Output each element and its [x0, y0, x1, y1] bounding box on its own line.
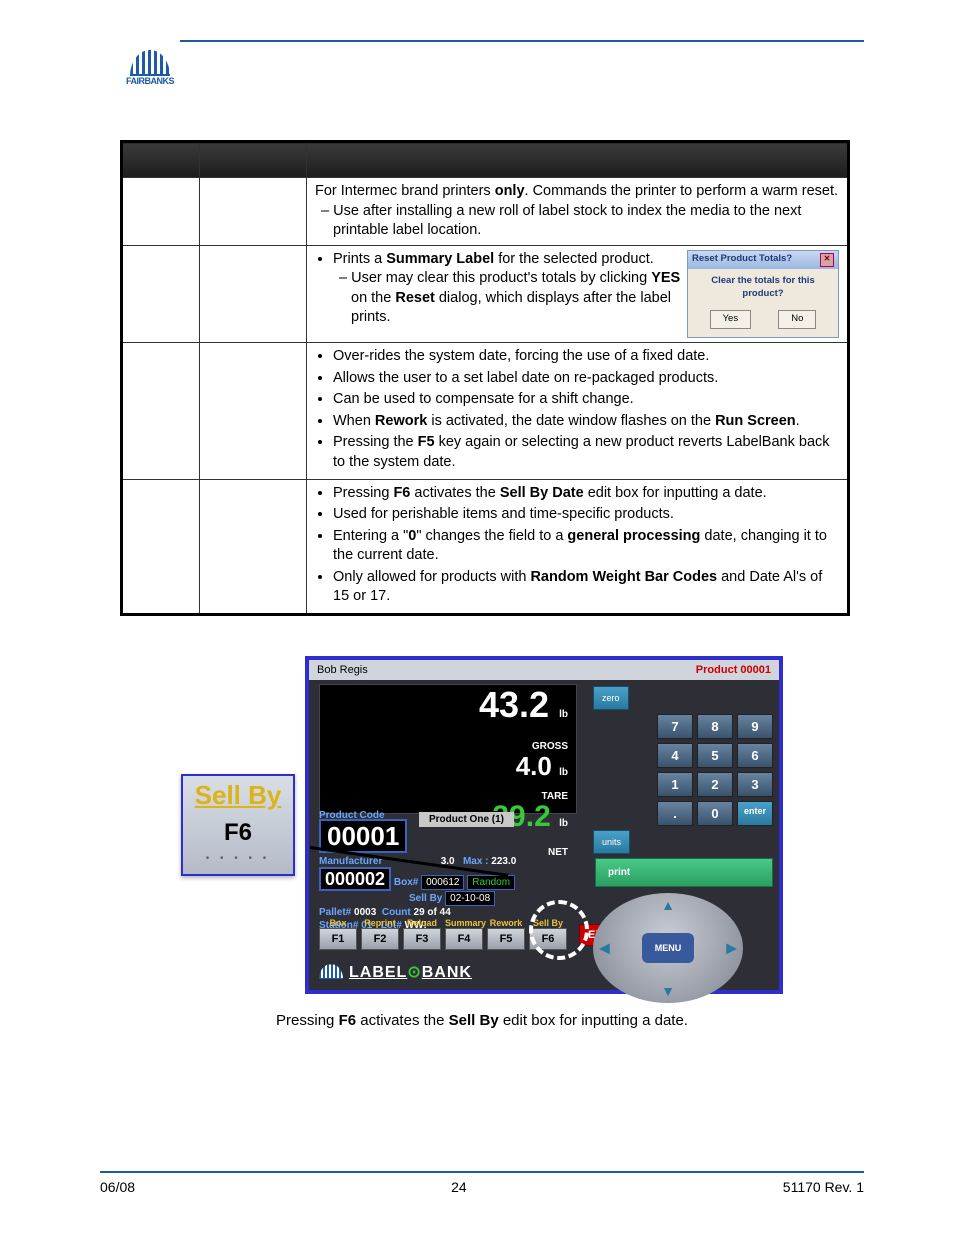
list-item: Allows the user to a set label date on r… — [333, 369, 839, 389]
fkey-f6[interactable]: Sell ByF6 — [529, 918, 567, 950]
keypad-1[interactable]: 1 — [657, 772, 693, 797]
fkey-f3[interactable]: ReloadF3 — [403, 918, 441, 950]
weight-display: 43.2 lbGROSS 4.0 lbTARE 39.2 lbNET — [319, 684, 577, 814]
keypad-0[interactable]: 0 — [697, 801, 733, 826]
fkey-f2[interactable]: ReprintF2 — [361, 918, 399, 950]
dpad[interactable]: MENU ▲ ▼ ◀ ▶ — [593, 893, 743, 1003]
keypad-4[interactable]: 4 — [657, 743, 693, 768]
sellby-key-graphic: Sell By F6 • • • • • — [181, 774, 295, 876]
product-code-value[interactable]: 00001 — [319, 819, 407, 853]
keypad-enter[interactable]: enter — [737, 801, 773, 826]
function-key-table: For Intermec brand printers only. Comman… — [120, 140, 850, 616]
list-item: Pressing the F5 key again or selecting a… — [333, 433, 839, 472]
keypad-3[interactable]: 3 — [737, 772, 773, 797]
table-row: Over-rides the system date, forcing the … — [122, 343, 849, 479]
page-footer: 06/08 24 51170 Rev. 1 — [100, 1164, 864, 1195]
table-row: Pressing F6 activates the Sell By Date e… — [122, 479, 849, 614]
arrow-up-icon[interactable]: ▲ — [661, 897, 675, 913]
close-icon[interactable]: ✕ — [820, 253, 834, 267]
dialog-no-button[interactable]: No — [778, 310, 816, 329]
footer-date: 06/08 — [100, 1179, 135, 1195]
logo: FAIRBANKS — [120, 50, 180, 86]
figure-caption: Pressing F6 activates the Sell By edit b… — [100, 1012, 864, 1029]
dialog-title: Reset Product Totals? — [692, 253, 792, 266]
text: For Intermec brand printers — [315, 183, 495, 199]
globe-icon — [319, 964, 343, 979]
logo-text: FAIRBANKS — [120, 76, 180, 86]
globe-icon — [130, 50, 170, 76]
units-button[interactable]: units — [593, 830, 630, 854]
labelbank-screenshot: Bob Regis Product 00001 43.2 lbGROSS 4.0… — [305, 656, 783, 994]
fkey-f5[interactable]: ReworkF5 — [487, 918, 525, 950]
dialog-yes-button[interactable]: Yes — [710, 310, 752, 329]
manufacturer-code[interactable]: 000002 — [319, 867, 391, 891]
keypad-6[interactable]: 6 — [737, 743, 773, 768]
sub-item: Use after installing a new roll of label… — [333, 202, 839, 241]
operator-name: Bob Regis — [317, 664, 368, 676]
list-item: Only allowed for products with Random We… — [333, 568, 839, 607]
brand-footer: LABEL⊙BANK — [319, 962, 472, 982]
header-rule — [180, 40, 864, 42]
list-item: When Rework is activated, the date windo… — [333, 412, 839, 432]
footer-page: 24 — [451, 1179, 467, 1195]
sellby-label: Sell By — [183, 780, 293, 811]
list-item: Used for perishable items and time-speci… — [333, 505, 839, 525]
table-row: Reset Product Totals? ✕ Clear the totals… — [122, 245, 849, 342]
zero-button[interactable]: zero — [593, 686, 629, 710]
list-item: Over-rides the system date, forcing the … — [333, 347, 839, 367]
keypad-7[interactable]: 7 — [657, 714, 693, 739]
dialog-message: Clear the totals for this product? — [688, 269, 838, 307]
sellby-edit-box[interactable]: 02-10-08 — [445, 891, 495, 906]
sellby-fkey: F6 — [183, 819, 293, 847]
reset-dialog-thumb: Reset Product Totals? ✕ Clear the totals… — [687, 250, 839, 338]
menu-button[interactable]: MENU — [642, 933, 694, 963]
arrow-left-icon[interactable]: ◀ — [599, 939, 610, 956]
table-row: For Intermec brand printers only. Comman… — [122, 178, 849, 246]
product-description: Product One (1) — [419, 812, 514, 827]
keypad-9[interactable]: 9 — [737, 714, 773, 739]
text-bold: only — [495, 183, 525, 199]
keypad-5[interactable]: 5 — [697, 743, 733, 768]
keypad-2[interactable]: 2 — [697, 772, 733, 797]
footer-doc: 51170 Rev. 1 — [783, 1179, 864, 1195]
key-dots: • • • • • — [183, 853, 293, 864]
arrow-down-icon[interactable]: ▼ — [661, 983, 675, 999]
keypad-.[interactable]: . — [657, 801, 693, 826]
fkey-f1[interactable]: BoxF1 — [319, 918, 357, 950]
fkey-f4[interactable]: SummaryF4 — [445, 918, 483, 950]
text: . Commands the printer to perform a warm… — [525, 183, 838, 199]
list-item: Can be used to compensate for a shift ch… — [333, 390, 839, 410]
figure-row: Sell By F6 • • • • • Bob Regis Product 0… — [100, 656, 864, 994]
print-button[interactable]: print — [595, 858, 773, 887]
random-chip: Random — [467, 875, 515, 890]
arrow-right-icon[interactable]: ▶ — [726, 939, 737, 956]
product-header: Product 00001 — [696, 664, 771, 676]
keypad-8[interactable]: 8 — [697, 714, 733, 739]
list-item: Pressing F6 activates the Sell By Date e… — [333, 484, 839, 504]
list-item: Entering a "0" changes the field to a ge… — [333, 527, 839, 566]
